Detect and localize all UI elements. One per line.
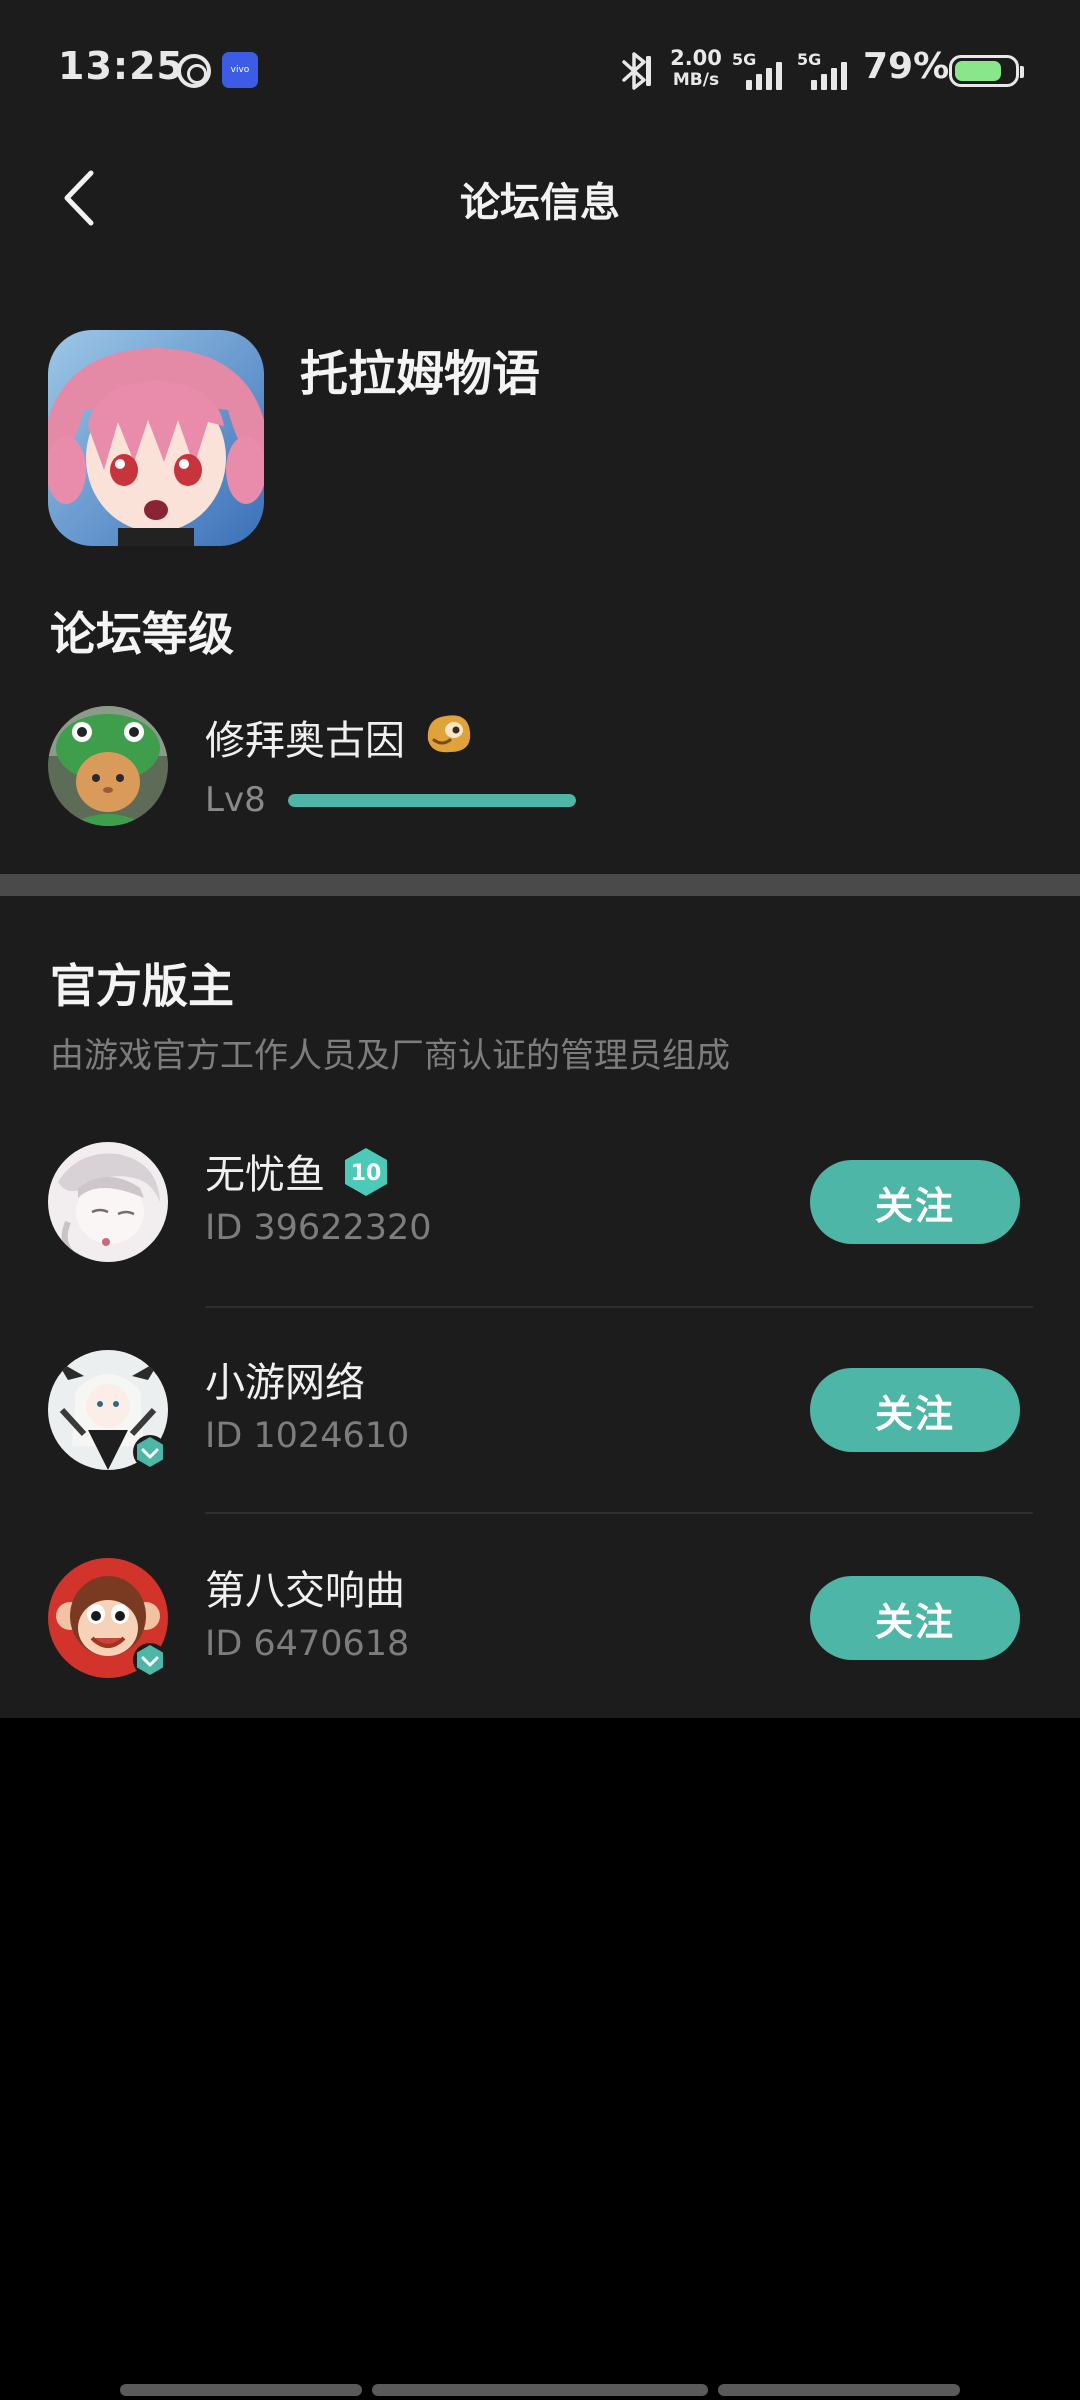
moderator-row[interactable]: 第八交响曲 ID 6470618 关注: [0, 1558, 1080, 1758]
official-moderators-heading: 官方版主: [50, 959, 234, 1013]
moderator-id: ID 6470618: [205, 1624, 410, 1664]
moderator-name: 小游网络: [205, 1360, 365, 1406]
battery-percent: 79%: [863, 46, 950, 87]
avatar[interactable]: [48, 706, 168, 826]
follow-button[interactable]: 关注: [810, 1576, 1020, 1660]
status-time: 13:25: [58, 44, 184, 88]
avatar[interactable]: [48, 1142, 168, 1262]
sim1-signal-icon: 5G: [732, 50, 792, 90]
level-progress-bar: [288, 794, 576, 807]
svg-text:10: 10: [351, 1161, 382, 1186]
gesture-bar-home[interactable]: [372, 2384, 708, 2396]
user-level: Lv8: [205, 780, 266, 820]
forum-name: 托拉姆物语: [300, 346, 541, 402]
network-speed: 2.00 MB/s: [670, 46, 722, 90]
moderator-name: 无忧鱼: [205, 1152, 325, 1198]
gesture-bar-left[interactable]: [120, 2384, 362, 2396]
verified-badge-icon: [133, 1643, 167, 1677]
forum-anime-icon: [48, 330, 264, 546]
moderator-name: 第八交响曲: [205, 1568, 405, 1614]
bluetooth-icon: [622, 52, 651, 90]
sim2-signal-icon: 5G: [797, 50, 857, 90]
vivo-app-icon: vivo: [222, 52, 258, 88]
gesture-bar-right[interactable]: [718, 2384, 960, 2396]
verified-badge-icon: [133, 1435, 167, 1469]
follow-button[interactable]: 关注: [810, 1368, 1020, 1452]
row-divider: [205, 1306, 1033, 1308]
moderator-id: ID 1024610: [205, 1416, 410, 1456]
moderator-id: ID 39622320: [205, 1208, 432, 1248]
medal-icon: [427, 715, 471, 753]
level-badge-icon: 10: [342, 1146, 390, 1198]
row-divider: [205, 1512, 1033, 1514]
status-bar: 13:25 vivo 2.00 MB/s 5G 5G 79%: [0, 0, 1080, 140]
page-title: 论坛信息: [460, 180, 620, 226]
section-divider: [0, 874, 1080, 896]
follow-button[interactable]: 关注: [810, 1160, 1020, 1244]
moderator-row[interactable]: 无忧鱼 10 ID 39622320 关注: [0, 1142, 1080, 1342]
battery-icon: [949, 55, 1024, 87]
carrier-ring-icon: [177, 54, 211, 88]
moderator-row[interactable]: 小游网络 ID 1024610 关注: [0, 1350, 1080, 1550]
user-name: 修拜奥古因: [205, 718, 405, 764]
moderators-description: 由游戏官方工作人员及厂商认证的管理员组成: [50, 1036, 730, 1076]
forum-level-heading: 论坛等级: [50, 607, 234, 661]
